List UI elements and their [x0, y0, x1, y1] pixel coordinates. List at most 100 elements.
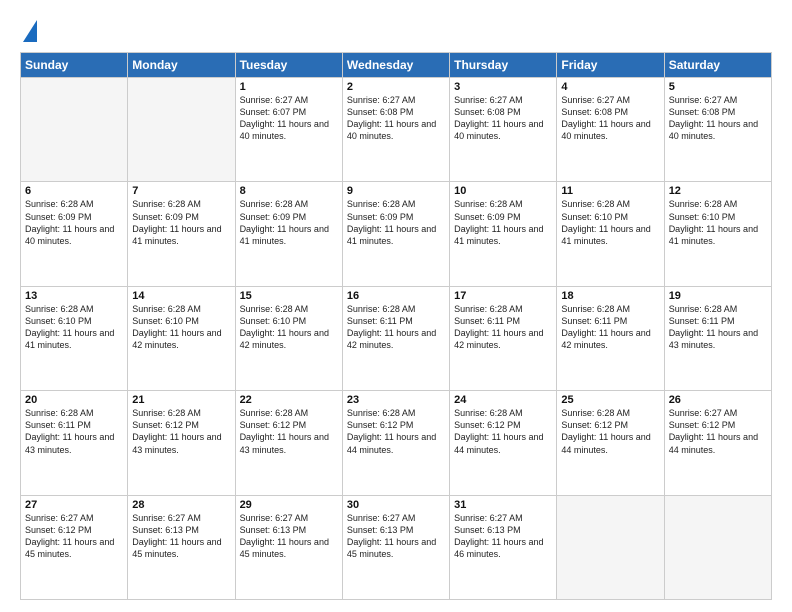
day-info: Sunrise: 6:27 AM Sunset: 6:08 PM Dayligh… — [347, 94, 445, 143]
calendar-week-2: 6Sunrise: 6:28 AM Sunset: 6:09 PM Daylig… — [21, 182, 772, 286]
calendar-cell: 11Sunrise: 6:28 AM Sunset: 6:10 PM Dayli… — [557, 182, 664, 286]
day-number: 8 — [240, 185, 338, 197]
day-number: 26 — [669, 394, 767, 406]
calendar-cell: 16Sunrise: 6:28 AM Sunset: 6:11 PM Dayli… — [342, 286, 449, 390]
day-number: 10 — [454, 185, 552, 197]
calendar-week-5: 27Sunrise: 6:27 AM Sunset: 6:12 PM Dayli… — [21, 495, 772, 599]
day-number: 3 — [454, 81, 552, 93]
day-info: Sunrise: 6:28 AM Sunset: 6:09 PM Dayligh… — [454, 198, 552, 247]
day-number: 25 — [561, 394, 659, 406]
calendar-cell: 3Sunrise: 6:27 AM Sunset: 6:08 PM Daylig… — [450, 78, 557, 182]
day-info: Sunrise: 6:28 AM Sunset: 6:10 PM Dayligh… — [25, 303, 123, 352]
day-number: 21 — [132, 394, 230, 406]
weekday-header-sunday: Sunday — [21, 53, 128, 78]
calendar-cell: 7Sunrise: 6:28 AM Sunset: 6:09 PM Daylig… — [128, 182, 235, 286]
day-info: Sunrise: 6:27 AM Sunset: 6:08 PM Dayligh… — [454, 94, 552, 143]
day-info: Sunrise: 6:28 AM Sunset: 6:12 PM Dayligh… — [454, 407, 552, 456]
calendar-cell: 22Sunrise: 6:28 AM Sunset: 6:12 PM Dayli… — [235, 391, 342, 495]
day-info: Sunrise: 6:28 AM Sunset: 6:11 PM Dayligh… — [561, 303, 659, 352]
calendar-cell — [128, 78, 235, 182]
day-info: Sunrise: 6:28 AM Sunset: 6:10 PM Dayligh… — [132, 303, 230, 352]
day-number: 12 — [669, 185, 767, 197]
calendar-cell: 20Sunrise: 6:28 AM Sunset: 6:11 PM Dayli… — [21, 391, 128, 495]
day-number: 16 — [347, 290, 445, 302]
day-number: 13 — [25, 290, 123, 302]
day-info: Sunrise: 6:27 AM Sunset: 6:07 PM Dayligh… — [240, 94, 338, 143]
calendar-cell: 6Sunrise: 6:28 AM Sunset: 6:09 PM Daylig… — [21, 182, 128, 286]
day-info: Sunrise: 6:28 AM Sunset: 6:11 PM Dayligh… — [669, 303, 767, 352]
day-info: Sunrise: 6:28 AM Sunset: 6:09 PM Dayligh… — [347, 198, 445, 247]
weekday-header-saturday: Saturday — [664, 53, 771, 78]
calendar-cell — [21, 78, 128, 182]
day-number: 15 — [240, 290, 338, 302]
calendar-cell: 28Sunrise: 6:27 AM Sunset: 6:13 PM Dayli… — [128, 495, 235, 599]
day-number: 6 — [25, 185, 123, 197]
calendar-cell: 21Sunrise: 6:28 AM Sunset: 6:12 PM Dayli… — [128, 391, 235, 495]
logo — [20, 18, 37, 42]
day-info: Sunrise: 6:27 AM Sunset: 6:13 PM Dayligh… — [347, 512, 445, 561]
weekday-header-friday: Friday — [557, 53, 664, 78]
calendar-cell: 23Sunrise: 6:28 AM Sunset: 6:12 PM Dayli… — [342, 391, 449, 495]
day-info: Sunrise: 6:27 AM Sunset: 6:08 PM Dayligh… — [561, 94, 659, 143]
day-number: 19 — [669, 290, 767, 302]
calendar-table: SundayMondayTuesdayWednesdayThursdayFrid… — [20, 52, 772, 600]
day-number: 5 — [669, 81, 767, 93]
calendar-cell: 12Sunrise: 6:28 AM Sunset: 6:10 PM Dayli… — [664, 182, 771, 286]
day-number: 24 — [454, 394, 552, 406]
day-number: 28 — [132, 499, 230, 511]
day-info: Sunrise: 6:28 AM Sunset: 6:12 PM Dayligh… — [240, 407, 338, 456]
calendar-week-4: 20Sunrise: 6:28 AM Sunset: 6:11 PM Dayli… — [21, 391, 772, 495]
calendar-cell — [664, 495, 771, 599]
calendar-cell: 8Sunrise: 6:28 AM Sunset: 6:09 PM Daylig… — [235, 182, 342, 286]
calendar-cell: 19Sunrise: 6:28 AM Sunset: 6:11 PM Dayli… — [664, 286, 771, 390]
day-info: Sunrise: 6:28 AM Sunset: 6:11 PM Dayligh… — [454, 303, 552, 352]
calendar-week-3: 13Sunrise: 6:28 AM Sunset: 6:10 PM Dayli… — [21, 286, 772, 390]
day-number: 31 — [454, 499, 552, 511]
day-info: Sunrise: 6:28 AM Sunset: 6:11 PM Dayligh… — [25, 407, 123, 456]
weekday-header-tuesday: Tuesday — [235, 53, 342, 78]
weekday-header-row: SundayMondayTuesdayWednesdayThursdayFrid… — [21, 53, 772, 78]
day-info: Sunrise: 6:28 AM Sunset: 6:09 PM Dayligh… — [240, 198, 338, 247]
calendar-week-1: 1Sunrise: 6:27 AM Sunset: 6:07 PM Daylig… — [21, 78, 772, 182]
day-info: Sunrise: 6:28 AM Sunset: 6:10 PM Dayligh… — [561, 198, 659, 247]
day-number: 23 — [347, 394, 445, 406]
logo-triangle-icon — [23, 20, 37, 42]
calendar-cell: 26Sunrise: 6:27 AM Sunset: 6:12 PM Dayli… — [664, 391, 771, 495]
calendar-cell: 14Sunrise: 6:28 AM Sunset: 6:10 PM Dayli… — [128, 286, 235, 390]
weekday-header-wednesday: Wednesday — [342, 53, 449, 78]
calendar-cell: 13Sunrise: 6:28 AM Sunset: 6:10 PM Dayli… — [21, 286, 128, 390]
page: SundayMondayTuesdayWednesdayThursdayFrid… — [0, 0, 792, 612]
day-info: Sunrise: 6:27 AM Sunset: 6:12 PM Dayligh… — [25, 512, 123, 561]
calendar-cell — [557, 495, 664, 599]
calendar-cell: 5Sunrise: 6:27 AM Sunset: 6:08 PM Daylig… — [664, 78, 771, 182]
calendar-cell: 2Sunrise: 6:27 AM Sunset: 6:08 PM Daylig… — [342, 78, 449, 182]
calendar-cell: 30Sunrise: 6:27 AM Sunset: 6:13 PM Dayli… — [342, 495, 449, 599]
weekday-header-monday: Monday — [128, 53, 235, 78]
day-number: 22 — [240, 394, 338, 406]
day-info: Sunrise: 6:28 AM Sunset: 6:09 PM Dayligh… — [132, 198, 230, 247]
calendar-cell: 9Sunrise: 6:28 AM Sunset: 6:09 PM Daylig… — [342, 182, 449, 286]
day-info: Sunrise: 6:28 AM Sunset: 6:12 PM Dayligh… — [347, 407, 445, 456]
calendar-cell: 10Sunrise: 6:28 AM Sunset: 6:09 PM Dayli… — [450, 182, 557, 286]
calendar-cell: 25Sunrise: 6:28 AM Sunset: 6:12 PM Dayli… — [557, 391, 664, 495]
day-number: 17 — [454, 290, 552, 302]
day-number: 27 — [25, 499, 123, 511]
calendar-cell: 31Sunrise: 6:27 AM Sunset: 6:13 PM Dayli… — [450, 495, 557, 599]
day-number: 4 — [561, 81, 659, 93]
day-info: Sunrise: 6:28 AM Sunset: 6:09 PM Dayligh… — [25, 198, 123, 247]
day-number: 29 — [240, 499, 338, 511]
day-info: Sunrise: 6:28 AM Sunset: 6:11 PM Dayligh… — [347, 303, 445, 352]
day-info: Sunrise: 6:28 AM Sunset: 6:10 PM Dayligh… — [240, 303, 338, 352]
weekday-header-thursday: Thursday — [450, 53, 557, 78]
day-number: 2 — [347, 81, 445, 93]
day-number: 7 — [132, 185, 230, 197]
day-number: 18 — [561, 290, 659, 302]
calendar-cell: 4Sunrise: 6:27 AM Sunset: 6:08 PM Daylig… — [557, 78, 664, 182]
day-number: 11 — [561, 185, 659, 197]
calendar-cell: 24Sunrise: 6:28 AM Sunset: 6:12 PM Dayli… — [450, 391, 557, 495]
calendar-cell: 15Sunrise: 6:28 AM Sunset: 6:10 PM Dayli… — [235, 286, 342, 390]
calendar-cell: 27Sunrise: 6:27 AM Sunset: 6:12 PM Dayli… — [21, 495, 128, 599]
day-info: Sunrise: 6:28 AM Sunset: 6:12 PM Dayligh… — [132, 407, 230, 456]
calendar-cell: 1Sunrise: 6:27 AM Sunset: 6:07 PM Daylig… — [235, 78, 342, 182]
day-number: 1 — [240, 81, 338, 93]
